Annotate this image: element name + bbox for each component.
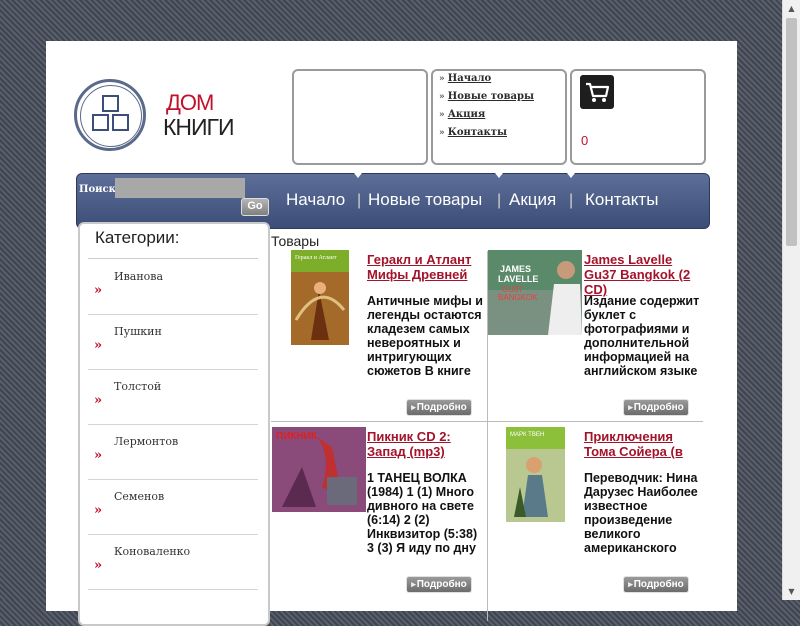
product-title[interactable]: James Lavelle Gu37 Bangkok (2 CD) [584, 252, 702, 297]
chevron-right-icon: » [94, 338, 103, 353]
cover-text: BANGKOK [498, 293, 538, 302]
header-cart-box: 0 [570, 69, 706, 165]
chevron-right-icon: » [94, 283, 103, 298]
quick-link-home[interactable]: Начало [439, 73, 534, 85]
cover-text: JAMES [500, 264, 531, 274]
category-item[interactable]: » Иванова [88, 259, 258, 315]
header-box-empty [292, 69, 428, 165]
cart-icon[interactable] [580, 75, 614, 109]
products-title: Товары [271, 233, 320, 249]
product-description: Переводчик: Нина Дарузес Наиболее извест… [584, 471, 698, 555]
page-scrollbar[interactable]: ▲ ▼ [782, 0, 800, 600]
more-button[interactable]: Подробно [407, 577, 471, 592]
category-item[interactable]: » Лермонтов [88, 424, 258, 480]
sidebar-title: Категории: [95, 228, 180, 247]
cover-text: Геракл и Атлант [295, 255, 337, 261]
quick-link-contacts[interactable]: Контакты [439, 127, 534, 139]
nav-item-contacts[interactable]: Контакты [585, 190, 658, 210]
product-card: JAMES LAVELLE GU37 BANGKOK James Lavelle… [488, 250, 704, 420]
chevron-right-icon: » [94, 448, 103, 463]
category-item[interactable]: » Коноваленко [88, 534, 258, 590]
more-button[interactable]: Подробно [624, 577, 688, 592]
product-title[interactable]: Геракл и Атлант Мифы Древней [367, 252, 485, 282]
more-button[interactable]: Подробно [624, 400, 688, 415]
search-input[interactable] [115, 178, 245, 198]
quick-link-sale[interactable]: Акция [439, 109, 534, 121]
category-item[interactable]: » Толстой [88, 369, 258, 425]
product-title[interactable]: Пикник CD 2: Запад (mp3) [367, 429, 485, 459]
nav-notch-icon [354, 173, 362, 178]
page-container: ДОМ КНИГИ Начало Новые товары Акция Конт… [46, 41, 737, 626]
product-card: ПИКНИК Пикник CD 2: Запад (mp3) 1 ТАНЕЦ … [271, 427, 487, 597]
nav-item-home[interactable]: Начало [286, 190, 345, 210]
nav-notch-icon [495, 173, 503, 178]
product-image[interactable]: Геракл и Атлант [291, 250, 349, 345]
nav-item-new[interactable]: Новые товары [368, 190, 482, 210]
scroll-down-arrow-icon[interactable]: ▼ [783, 583, 800, 600]
main-navbar: Поиск Go Начало | Новые товары | Акция |… [76, 173, 710, 229]
nav-separator: | [569, 192, 574, 209]
scrollbar-thumb[interactable] [786, 18, 797, 246]
product-card: Геракл и Атлант Геракл и Атлант Мифы Дре… [271, 250, 487, 420]
logo-text-line1[interactable]: ДОМ [166, 90, 214, 116]
product-title[interactable]: Приключения Тома Сойера (в [584, 429, 702, 459]
nav-notch-icon [567, 173, 575, 178]
nav-separator: | [357, 192, 362, 209]
category-item[interactable]: » Семенов [88, 479, 258, 535]
cover-text: ПИКНИК [276, 431, 318, 442]
product-description: 1 ТАНЕЦ ВОЛКА (1984) 1 (1) Много дивного… [367, 471, 478, 555]
scroll-up-arrow-icon[interactable]: ▲ [783, 0, 800, 17]
categories-sidebar: Категории: » Иванова » Пушкин » Толстой … [78, 222, 270, 626]
grid-divider [271, 421, 703, 422]
chevron-right-icon: » [94, 393, 103, 408]
quick-link-new[interactable]: Новые товары [439, 91, 534, 103]
product-card: МАРК ТВЕН Приключения Тома Сойера (в Пер… [488, 427, 704, 597]
product-description: Античные мифы и легенды остаются кладезе… [367, 294, 483, 378]
category-item[interactable]: » Пушкин [88, 314, 258, 370]
search-label: Поиск [79, 184, 116, 195]
cart-count[interactable]: 0 [581, 133, 588, 148]
cover-text: МАРК ТВЕН [510, 432, 544, 438]
more-button[interactable]: Подробно [407, 400, 471, 415]
search-go-button[interactable]: Go [241, 198, 269, 216]
product-image[interactable]: JAMES LAVELLE GU37 BANGKOK [488, 250, 582, 335]
chevron-right-icon: » [94, 503, 103, 518]
cover-text: LAVELLE [498, 274, 538, 284]
nav-item-sale[interactable]: Акция [509, 190, 556, 210]
header-quick-links: Начало Новые товары Акция Контакты [431, 69, 567, 165]
product-image[interactable]: ПИКНИК [272, 427, 366, 512]
chevron-right-icon: » [94, 558, 103, 573]
logo-emblem[interactable] [74, 79, 146, 151]
nav-separator: | [497, 192, 502, 209]
product-description: Издание содержит буклет с фотографиями и… [584, 294, 700, 378]
product-image[interactable]: МАРК ТВЕН [506, 427, 565, 522]
logo-text-line2[interactable]: КНИГИ [163, 114, 235, 141]
